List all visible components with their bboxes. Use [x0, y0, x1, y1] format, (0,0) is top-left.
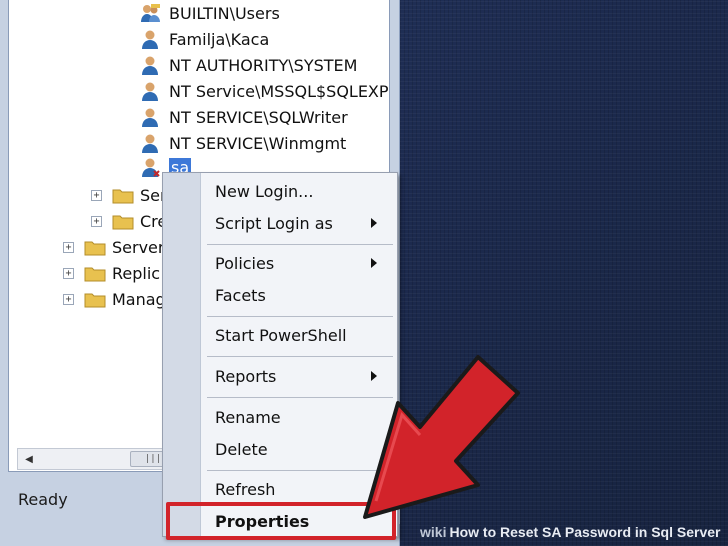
- tree-item-label: Manag: [112, 289, 166, 309]
- tree-item-label: BUILTIN\Users: [169, 3, 280, 23]
- expand-icon[interactable]: +: [91, 189, 102, 201]
- user-icon: [139, 156, 161, 178]
- horizontal-scrollbar[interactable]: ◀ |||: [17, 448, 177, 470]
- menu-item-label: Rename: [215, 407, 281, 427]
- expand-icon[interactable]: +: [63, 267, 74, 279]
- menu-item-new-login[interactable]: New Login...: [215, 177, 395, 205]
- menu-item-label: Refresh: [215, 479, 276, 499]
- user-icon: [139, 132, 161, 154]
- tree-item-label: NT SERVICE\SQLWriter: [169, 107, 348, 127]
- expand-icon[interactable]: +: [63, 241, 74, 253]
- menu-item-label: Policies: [215, 253, 275, 273]
- menu-item-script-login-as[interactable]: Script Login as: [215, 209, 395, 237]
- menu-icon-gutter: [163, 173, 201, 536]
- menu-separator: [207, 316, 393, 317]
- status-text: Ready: [18, 490, 68, 509]
- watermark-text: How to Reset SA Password in Sql Server: [449, 524, 721, 540]
- tree-item-label: NT Service\MSSQL$SQLEXPR: [169, 81, 390, 101]
- menu-item-label: Start PowerShell: [215, 325, 347, 345]
- tree-item-login[interactable]: BUILTIN\Users: [139, 1, 280, 25]
- menu-item-label: Reports: [215, 366, 277, 386]
- folder-icon: [112, 213, 134, 230]
- menu-item-policies[interactable]: Policies: [215, 249, 395, 277]
- submenu-arrow-icon: [371, 258, 377, 268]
- group-icon: [139, 2, 161, 24]
- menu-item-label: New Login...: [215, 181, 314, 201]
- folder-icon: [84, 265, 106, 282]
- expand-icon[interactable]: +: [91, 215, 102, 227]
- folder-icon: [84, 239, 106, 256]
- tree-item-label: Server: [112, 237, 165, 257]
- tree-item-login[interactable]: NT AUTHORITY\SYSTEM: [139, 53, 357, 77]
- watermark-brand: wiki: [420, 524, 447, 540]
- tree-item-label: Replic: [112, 263, 161, 283]
- tree-item-login[interactable]: NT SERVICE\Winmgmt: [139, 131, 346, 155]
- tree-item-label: Familja\Kaca: [169, 29, 270, 49]
- menu-item-label: Delete: [215, 439, 268, 459]
- tree-item-login[interactable]: NT Service\MSSQL$SQLEXPR: [139, 79, 390, 103]
- tree-item-folder[interactable]: + Ser: [91, 183, 167, 207]
- menu-item-facets[interactable]: Facets: [215, 281, 395, 309]
- menu-separator: [207, 244, 393, 245]
- tree-item-folder[interactable]: + Replic: [63, 261, 160, 285]
- scroll-left-icon[interactable]: ◀: [18, 449, 40, 469]
- folder-icon: [112, 187, 134, 204]
- user-icon: [139, 80, 161, 102]
- user-icon: [139, 28, 161, 50]
- menu-item-label: Script Login as: [215, 213, 333, 233]
- tree-item-folder[interactable]: + Server: [63, 235, 164, 259]
- submenu-arrow-icon: [371, 218, 377, 228]
- tree-item-label: NT SERVICE\Winmgmt: [169, 133, 347, 153]
- tree-item-label: NT AUTHORITY\SYSTEM: [169, 55, 358, 75]
- pointer-arrow-icon: [363, 355, 520, 519]
- menu-item-label: Facets: [215, 285, 266, 305]
- user-icon: [139, 106, 161, 128]
- expand-icon[interactable]: +: [63, 293, 74, 305]
- tree-item-folder[interactable]: + Cre: [91, 209, 167, 233]
- tree-item-login[interactable]: Familja\Kaca: [139, 27, 269, 51]
- tree-item-folder[interactable]: + Manag: [63, 287, 166, 311]
- tree-item-login[interactable]: NT SERVICE\SQLWriter: [139, 105, 348, 129]
- watermark: wiki How to Reset SA Password in Sql Serv…: [420, 524, 720, 544]
- folder-icon: [84, 291, 106, 308]
- user-icon: [139, 54, 161, 76]
